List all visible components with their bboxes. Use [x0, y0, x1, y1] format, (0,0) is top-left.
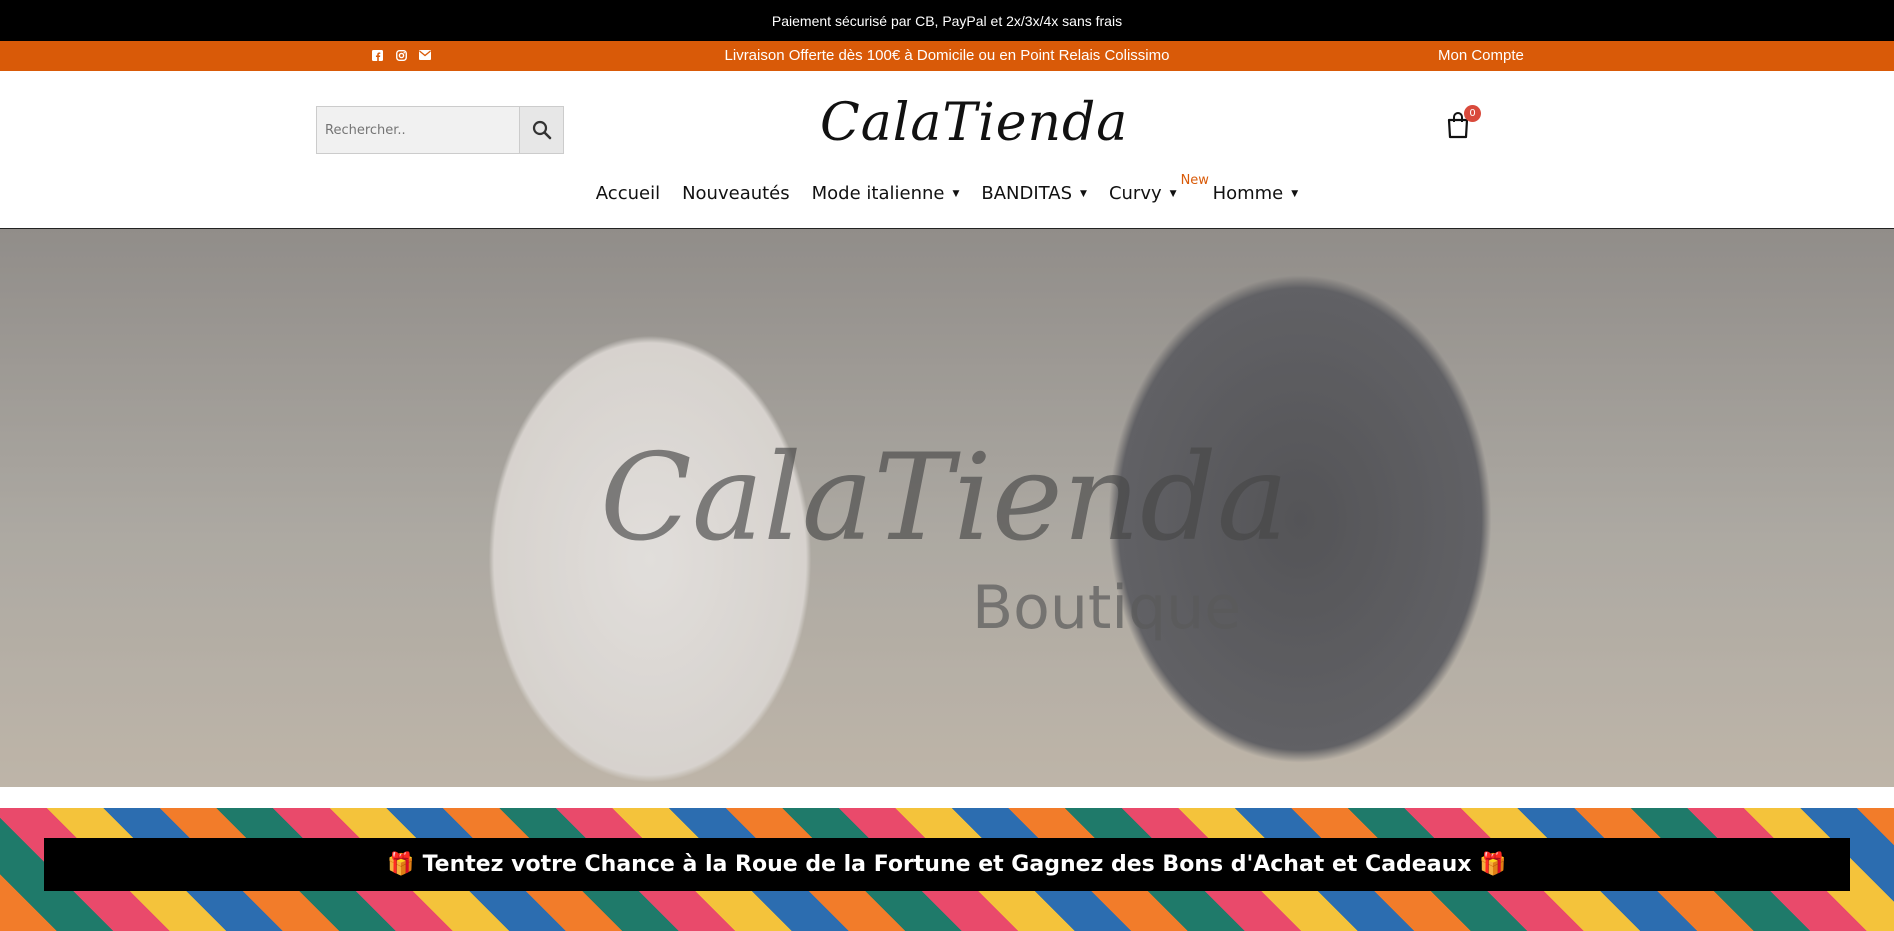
nav-item-label: Accueil: [595, 183, 661, 204]
promo-message-bar[interactable]: 🎁 Tentez votre Chance à la Roue de la Fo…: [44, 838, 1850, 891]
caret-down-icon: ▼: [1080, 188, 1087, 199]
shipping-bar: Livraison Offerte dès 100€ à Domicile ou…: [0, 41, 1894, 71]
nav-item-mode-italienne[interactable]: Mode italienne ▼: [812, 183, 960, 204]
nav-item-label: Mode italienne: [811, 183, 945, 204]
hero-subtitle: Boutique: [972, 573, 1242, 643]
payment-info-text: Paiement sécurisé par CB, PayPal et 2x/3…: [771, 12, 1123, 29]
caret-down-icon: ▼: [952, 188, 960, 199]
nav-item-label: Homme: [1212, 183, 1284, 204]
search-input[interactable]: [317, 107, 519, 153]
caret-down-icon: ▼: [1169, 188, 1177, 199]
nav-item-label: Curvy: [1108, 183, 1162, 204]
search-button[interactable]: [519, 107, 563, 153]
my-account-link[interactable]: Mon Compte: [1438, 47, 1524, 64]
new-badge: New: [1180, 173, 1209, 188]
nav-item-accueil[interactable]: Accueil: [596, 183, 660, 204]
site-logo[interactable]: CalaTienda: [820, 93, 1128, 153]
site-header: CalaTienda 0 Accueil Nouveautés Mode ita…: [0, 71, 1894, 229]
caret-down-icon: ▼: [1291, 188, 1299, 199]
nav-item-homme[interactable]: New Homme ▼: [1181, 173, 1299, 204]
gift-icon: 🎁: [387, 852, 415, 877]
top-announcement-bar: Paiement sécurisé par CB, PayPal et 2x/3…: [0, 0, 1894, 41]
search-icon: [532, 120, 551, 140]
nav-item-banditas[interactable]: BANDITAS ▼: [981, 183, 1087, 204]
free-shipping-text: Livraison Offerte dès 100€ à Domicile ou…: [724, 47, 1170, 64]
nav-item-nouveautes[interactable]: Nouveautés: [682, 183, 790, 204]
gift-icon: 🎁: [1479, 852, 1507, 877]
search-form: [316, 106, 564, 154]
nav-item-label: BANDITAS: [981, 183, 1073, 204]
cart-button[interactable]: 0: [1446, 105, 1481, 145]
main-navigation: Accueil Nouveautés Mode italienne ▼ BAND…: [0, 173, 1894, 204]
hero-banner[interactable]: CalaTienda Boutique: [0, 229, 1894, 787]
promo-banner[interactable]: 🎁 Tentez votre Chance à la Roue de la Fo…: [0, 808, 1894, 931]
nav-item-curvy[interactable]: Curvy ▼: [1109, 183, 1177, 204]
nav-item-label: Nouveautés: [682, 183, 790, 204]
promo-text: Tentez votre Chance à la Roue de la Fort…: [422, 852, 1472, 877]
hero-title: CalaTienda: [600, 429, 1289, 568]
cart-count-badge: 0: [1464, 105, 1481, 122]
